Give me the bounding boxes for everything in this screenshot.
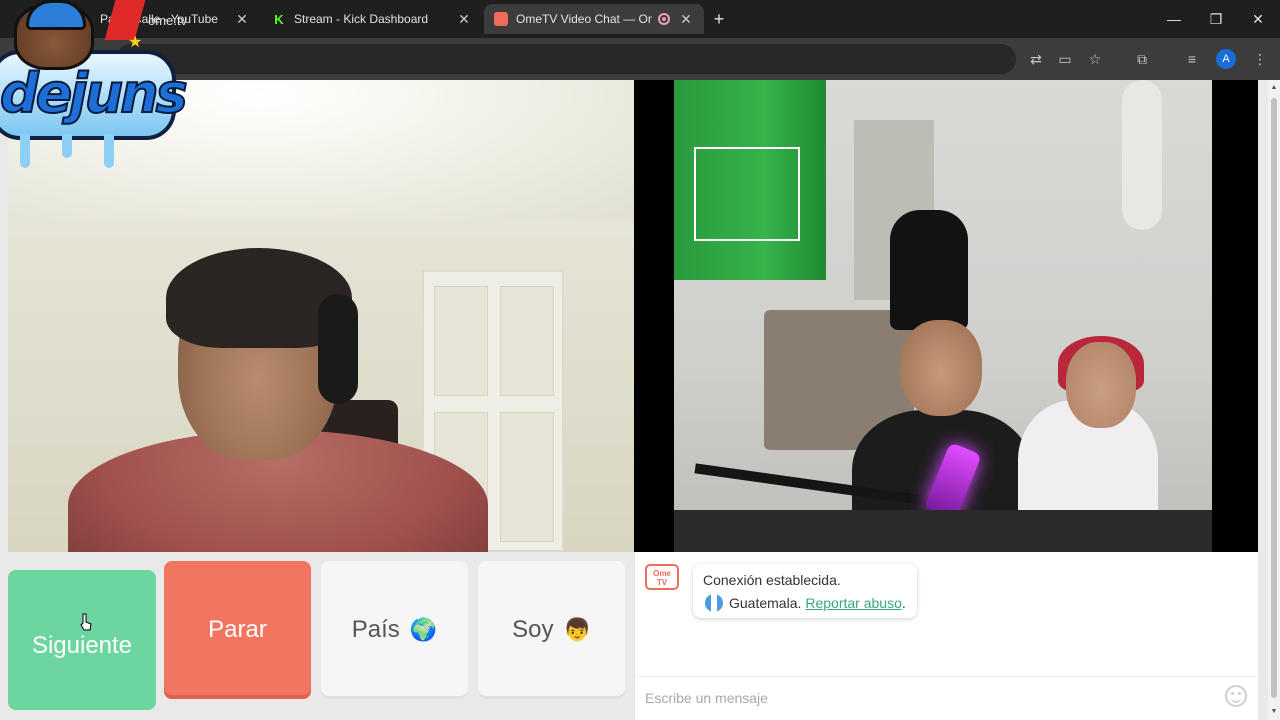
- scroll-up-icon[interactable]: ▲: [1270, 84, 1278, 92]
- recording-icon: [658, 13, 670, 25]
- stranger-country-line: Guatemala. Reportar abuso .: [705, 594, 906, 612]
- streamer-overlay-logo: dejuns ★: [0, 0, 189, 180]
- profile-avatar[interactable]: A: [1216, 49, 1236, 69]
- minimize-button[interactable]: —: [1152, 6, 1196, 32]
- overlay-drip: [104, 134, 114, 168]
- boy-icon: 👦: [563, 617, 591, 642]
- stop-button[interactable]: Parar: [164, 561, 311, 699]
- woman-face: [1066, 342, 1136, 428]
- headset: [318, 294, 358, 404]
- report-abuse-link[interactable]: Reportar abuso: [805, 595, 902, 611]
- guatemala-flag-icon: [705, 594, 723, 612]
- emoji-picker-icon[interactable]: [1225, 685, 1247, 707]
- kick-icon: K: [272, 12, 286, 27]
- system-message: Conexión establecida. Guatemala. Reporta…: [693, 564, 917, 618]
- page-scrollbar[interactable]: ▲ ▼: [1268, 80, 1280, 720]
- country-button[interactable]: País 🌍: [321, 561, 468, 699]
- ometv-icon: [494, 12, 508, 26]
- country-name: Guatemala.: [729, 595, 802, 611]
- frame-box: [694, 147, 800, 241]
- black-cap: [890, 210, 968, 330]
- bookmark-star-icon[interactable]: ☆: [1085, 49, 1105, 69]
- overlay-logo-text: dejuns: [0, 61, 189, 126]
- door-panel: [500, 286, 554, 396]
- gender-label: Soy: [512, 616, 554, 643]
- overlay-drip: [62, 134, 72, 158]
- punching-bag: [1122, 80, 1162, 230]
- report-suffix: .: [901, 595, 906, 611]
- close-icon[interactable]: ✕: [678, 11, 694, 27]
- country-label: País: [351, 616, 400, 643]
- close-icon[interactable]: ✕: [456, 11, 472, 27]
- scroll-thumb[interactable]: [1271, 98, 1277, 698]
- close-icon[interactable]: ✕: [234, 11, 250, 27]
- message-input[interactable]: [645, 685, 1205, 711]
- translate-icon[interactable]: ⇄: [1026, 49, 1046, 69]
- new-tab-button[interactable]: +: [708, 8, 730, 30]
- gender-button[interactable]: Soy 👦: [478, 561, 625, 699]
- overlay-drip: [20, 134, 30, 168]
- chat-panel: Ome TV Conexión establecida. Guatemala. …: [634, 552, 1259, 720]
- message-composer: [635, 676, 1259, 720]
- connection-status: Conexión establecida.: [703, 572, 841, 588]
- tab-label: OmeTV Video Chat — Ome: [516, 12, 652, 26]
- overlay-cap: [26, 0, 86, 30]
- globe-icon: 🌍: [409, 617, 438, 642]
- star-icon: ★: [128, 34, 143, 51]
- stranger-camera: [674, 80, 1212, 552]
- tab-strip: Pa' la Calle - YouTube ✕ K Stream - Kick…: [0, 0, 1280, 38]
- tab-kick[interactable]: K Stream - Kick Dashboard ✕: [262, 4, 482, 34]
- maximize-button[interactable]: ❐: [1194, 6, 1238, 32]
- monitor: [674, 510, 1212, 552]
- ometv-logo: Ome TV: [645, 564, 679, 590]
- tab-label: Stream - Kick Dashboard: [294, 12, 429, 26]
- door-panel: [500, 412, 554, 542]
- man-face: [900, 320, 982, 416]
- address-bar[interactable]: [116, 44, 1016, 74]
- stop-label: Parar: [208, 616, 267, 643]
- next-button[interactable]: Siguiente: [8, 570, 156, 710]
- media-controls-icon[interactable]: ≡: [1182, 49, 1202, 69]
- install-app-icon[interactable]: ▭: [1055, 49, 1075, 69]
- extensions-icon[interactable]: ⧉: [1132, 49, 1152, 69]
- close-window-button[interactable]: ✕: [1236, 6, 1280, 32]
- door-panel: [434, 286, 488, 396]
- mouse-cursor-icon: [80, 613, 92, 631]
- remote-video: [634, 80, 1258, 552]
- scroll-down-icon[interactable]: ▼: [1270, 708, 1278, 716]
- menu-dots-icon[interactable]: ⋮: [1250, 49, 1270, 69]
- tab-ometv[interactable]: OmeTV Video Chat — Ome ✕: [484, 4, 704, 34]
- next-label: Siguiente: [31, 632, 133, 659]
- browser-toolbar: ⇄ ▭ ☆ ⧉ ≡ A ⋮: [0, 38, 1280, 80]
- green-screen: [674, 80, 826, 280]
